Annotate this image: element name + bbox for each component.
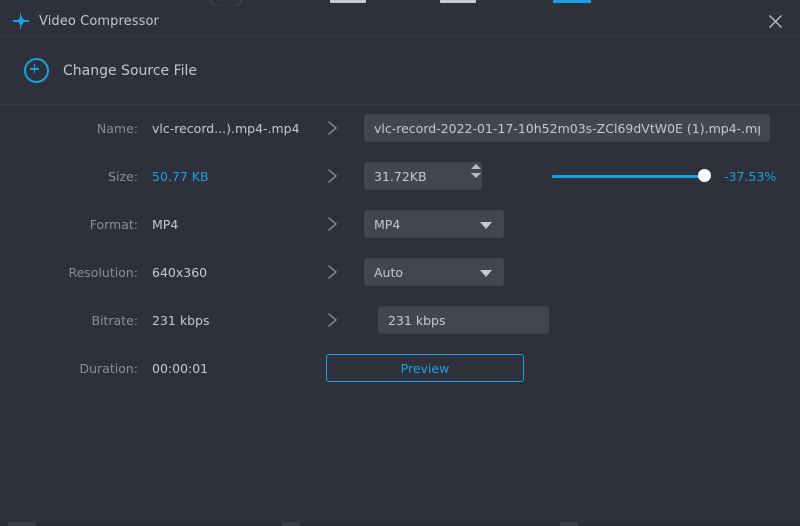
change-source-file-label[interactable]: Change Source File xyxy=(63,63,197,79)
row-label-size: Size: xyxy=(0,169,138,184)
bottom-strip xyxy=(0,522,800,526)
titlebar: Video Compressor xyxy=(0,6,800,37)
row-value-format: MP4 xyxy=(152,217,178,232)
row-label-resolution: Resolution: xyxy=(0,265,138,280)
output-bitrate-input[interactable] xyxy=(378,306,549,334)
change-source-file-bar[interactable]: Change Source File xyxy=(0,37,800,105)
row-resolution: Resolution: 640x360 Auto xyxy=(0,248,800,296)
row-value-resolution: 640x360 xyxy=(152,265,207,280)
row-label-format: Format: xyxy=(0,217,138,232)
stepper-down-icon[interactable] xyxy=(471,173,481,178)
compress-icon xyxy=(12,12,30,30)
chevron-right-icon xyxy=(326,310,342,330)
chevron-right-icon xyxy=(326,214,342,234)
row-value-size: 50.77 KB xyxy=(152,169,209,184)
slider-knob[interactable] xyxy=(698,169,711,182)
row-value-duration: 00:00:01 xyxy=(152,361,208,376)
output-name-input[interactable] xyxy=(364,114,770,142)
resolution-select-value: Auto xyxy=(374,265,403,280)
video-compressor-window: Video Compressor Change Source File Name… xyxy=(0,0,800,526)
window-title: Video Compressor xyxy=(39,14,159,29)
row-name: Name: vlc-record...).mp4-.mp4 xyxy=(0,104,800,152)
format-select[interactable]: MP4 xyxy=(364,210,504,238)
chevron-down-icon[interactable] xyxy=(480,222,492,229)
bottom-nub-1 xyxy=(8,522,36,526)
row-label-bitrate: Bitrate: xyxy=(0,313,138,328)
bottom-nub-3 xyxy=(560,522,578,526)
row-bitrate: Bitrate: 231 kbps xyxy=(0,296,800,344)
row-label-name: Name: xyxy=(0,121,138,136)
size-stepper[interactable] xyxy=(466,157,486,185)
size-slider[interactable]: -37.53% xyxy=(552,162,782,190)
format-select-value: MP4 xyxy=(374,217,400,232)
row-duration: Duration: 00:00:01 Preview xyxy=(0,344,800,392)
row-value-bitrate: 231 kbps xyxy=(152,313,209,328)
chevron-right-icon xyxy=(326,262,342,282)
output-size-input[interactable] xyxy=(364,162,482,190)
chevron-down-icon[interactable] xyxy=(480,270,492,277)
parent-button-1 xyxy=(330,0,366,3)
compression-percent-label: -37.53% xyxy=(724,169,776,184)
row-format: Format: MP4 MP4 xyxy=(0,200,800,248)
properties-form: Name: vlc-record...).mp4-.mp4 Size: 50.7… xyxy=(0,104,800,392)
bottom-nub-2 xyxy=(282,522,300,526)
row-size: Size: 50.77 KB -37.53% xyxy=(0,152,800,200)
parent-active-tab-underline xyxy=(553,0,591,3)
row-value-name: vlc-record...).mp4-.mp4 xyxy=(152,121,300,136)
close-icon[interactable] xyxy=(758,6,792,36)
chevron-right-icon xyxy=(326,118,342,138)
parent-button-2 xyxy=(440,0,476,3)
chevron-right-icon xyxy=(326,166,342,186)
plus-circle-icon[interactable] xyxy=(24,58,49,83)
preview-button[interactable]: Preview xyxy=(326,354,524,382)
resolution-select[interactable]: Auto xyxy=(364,258,504,286)
slider-track[interactable] xyxy=(552,175,704,178)
stepper-up-icon[interactable] xyxy=(471,164,481,169)
row-label-duration: Duration: xyxy=(0,361,138,376)
